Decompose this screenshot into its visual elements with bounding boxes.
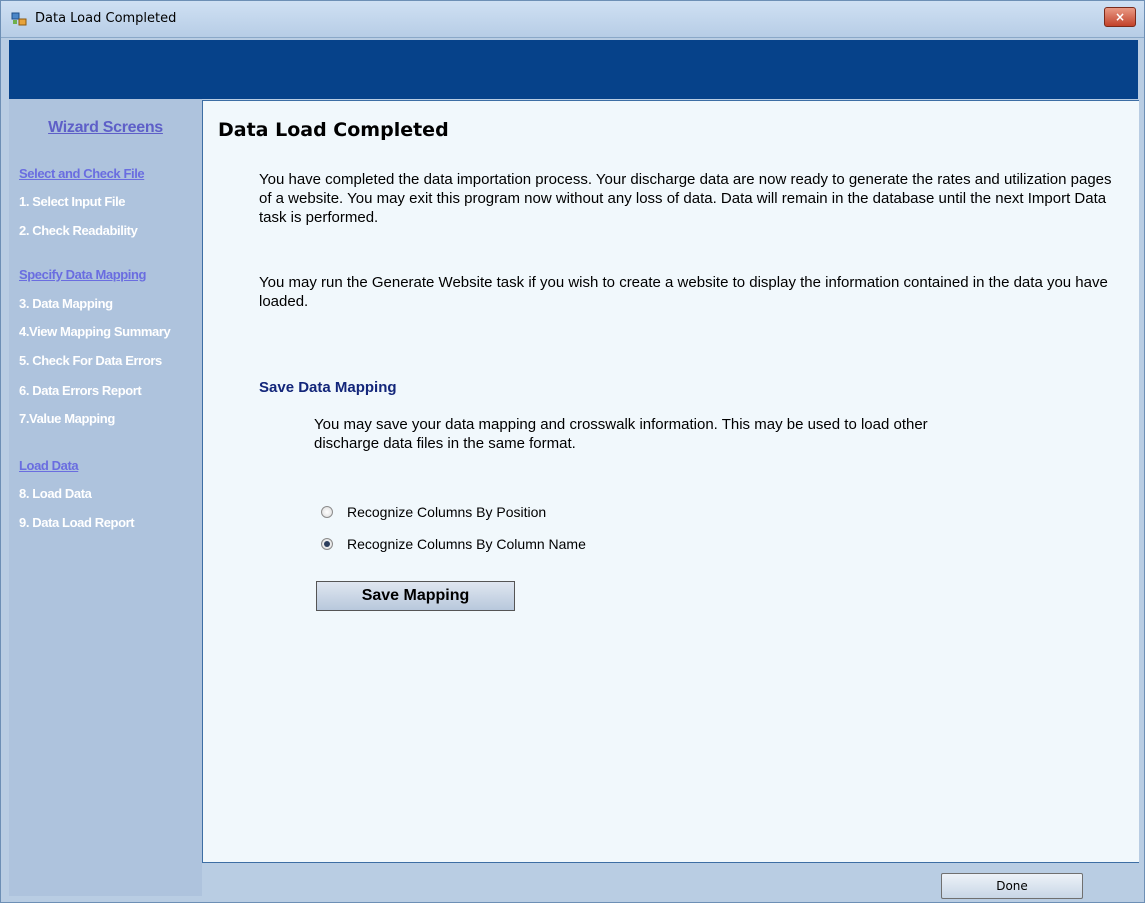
sidebar-section-load-data[interactable]: Load Data (19, 458, 79, 473)
completion-paragraph: You have completed the data importation … (259, 171, 1112, 226)
header-banner (9, 40, 1138, 99)
radio-option-by-position[interactable]: Recognize Columns By Position (321, 503, 546, 521)
sidebar-heading[interactable]: Wizard Screens (9, 119, 202, 137)
sidebar-section-specify-data-mapping[interactable]: Specify Data Mapping (19, 267, 146, 282)
sidebar-step-value-mapping[interactable]: 7.Value Mapping (19, 411, 115, 426)
close-button[interactable]: × (1104, 7, 1136, 27)
wizard-sidebar: Wizard Screens Select and Check File 1. … (9, 99, 202, 896)
radio-button-unselected[interactable] (321, 506, 333, 518)
close-icon: × (1114, 10, 1126, 24)
generate-website-paragraph: You may run the Generate Website task if… (259, 274, 1108, 310)
dialog-window: Data Load Completed × Wizard Screens Sel… (0, 0, 1145, 903)
radio-button-selected[interactable] (321, 538, 333, 550)
sidebar-step-select-input-file[interactable]: 1. Select Input File (19, 194, 126, 209)
sidebar-step-data-load-report[interactable]: 9. Data Load Report (19, 515, 135, 530)
save-mapping-description: You may save your data mapping and cross… (314, 416, 928, 452)
save-mapping-button[interactable]: Save Mapping (316, 581, 515, 611)
sidebar-section-select-and-check-file[interactable]: Select and Check File (19, 166, 145, 181)
radio-label-by-column-name: Recognize Columns By Column Name (347, 536, 586, 552)
sidebar-step-data-errors-report[interactable]: 6. Data Errors Report (19, 383, 142, 398)
done-button[interactable]: Done (941, 873, 1083, 899)
sidebar-step-data-mapping[interactable]: 3. Data Mapping (19, 296, 113, 311)
radio-label-by-position: Recognize Columns By Position (347, 504, 547, 520)
sidebar-step-check-for-data-errors[interactable]: 5. Check For Data Errors (19, 353, 162, 368)
sidebar-step-view-mapping-summary[interactable]: 4.View Mapping Summary (19, 324, 171, 339)
page-title: Data Load Completed (218, 119, 449, 141)
radio-option-by-column-name[interactable]: Recognize Columns By Column Name (321, 535, 586, 553)
sidebar-step-load-data[interactable]: 8. Load Data (19, 486, 92, 501)
sidebar-step-check-readability[interactable]: 2. Check Readability (19, 223, 138, 238)
title-bar: Data Load Completed × (1, 1, 1144, 38)
content-panel: Data Load Completed You have completed t… (202, 100, 1139, 863)
window-title: Data Load Completed (35, 11, 177, 26)
save-mapping-heading: Save Data Mapping (259, 379, 397, 396)
app-icon (11, 11, 27, 27)
